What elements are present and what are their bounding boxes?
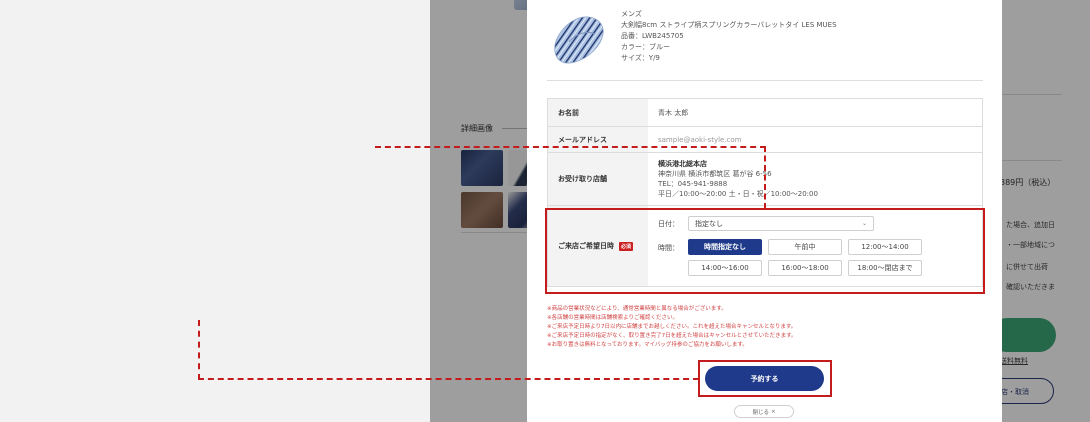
name-row: お名前 青木 太郎 — [548, 99, 982, 127]
close-label: 閉じる — [752, 409, 769, 416]
note-line: ※ご来店予定日時より7日以内に店舗までお越しください。これを超えた場合キャンセル… — [547, 324, 797, 330]
callout-line — [764, 146, 766, 209]
store-address: 神奈川県 横浜市都筑区 葛が谷 6-56 — [658, 170, 772, 178]
notes: ※商品の営業状況などにより、通常営業時間と異なる場合がございます。 ※各店舗の営… — [547, 305, 797, 350]
close-button[interactable]: 閉じる × — [734, 405, 794, 418]
store-hours: 平日／10:00～20:00 土・日・祝／10:00～20:00 — [658, 190, 818, 198]
store-label: お受け取り店舗 — [548, 153, 648, 205]
email-label: メールアドレス — [548, 127, 648, 152]
product-size: サイズ：Y/9 — [621, 54, 660, 62]
product-image — [554, 16, 604, 64]
product-gender: メンズ — [621, 10, 642, 18]
note-line: ※お取り置きは無料となっております。マイバッグ持参のご協力をお願いします。 — [547, 342, 748, 348]
callout-line — [198, 320, 200, 380]
highlight-box-visit-datetime — [545, 208, 985, 294]
store-name: 横浜港北総本店 — [658, 160, 707, 168]
note-line: ※商品の営業状況などにより、通常営業時間と異なる場合がございます。 — [547, 306, 727, 312]
callout-line — [375, 146, 766, 148]
name-label: お名前 — [548, 99, 648, 126]
store-tel: TEL：045-941-9888 — [658, 180, 728, 188]
close-icon: × — [770, 408, 776, 415]
note-line: ※各店舗の営業時間は店舗検索よりご確認ください。 — [547, 315, 679, 321]
callout-line — [198, 378, 699, 380]
note-line: ※ご来店予定日時の指定がなく、取り置き完了7日を超えた場合はキャンセルとさせてい… — [547, 333, 797, 339]
product-color: カラー：ブルー — [621, 43, 670, 51]
email-field[interactable]: sample@aoki-style.com — [648, 127, 982, 152]
product-info: メンズ 大剣幅8cm ストライプ柄スプリングカラーバレットタイ LES MUES… — [621, 9, 837, 64]
product-name: 大剣幅8cm ストライプ柄スプリングカラーバレットタイ LES MUES — [621, 21, 837, 29]
product-sku: 品番：LWB245705 — [621, 32, 684, 40]
highlight-box-reserve-button — [698, 360, 832, 397]
name-value: 青木 太郎 — [658, 108, 689, 117]
divider — [547, 80, 983, 81]
store-info: 横浜港北総本店 神奈川県 横浜市都筑区 葛が谷 6-56 TEL：045-941… — [648, 153, 982, 205]
